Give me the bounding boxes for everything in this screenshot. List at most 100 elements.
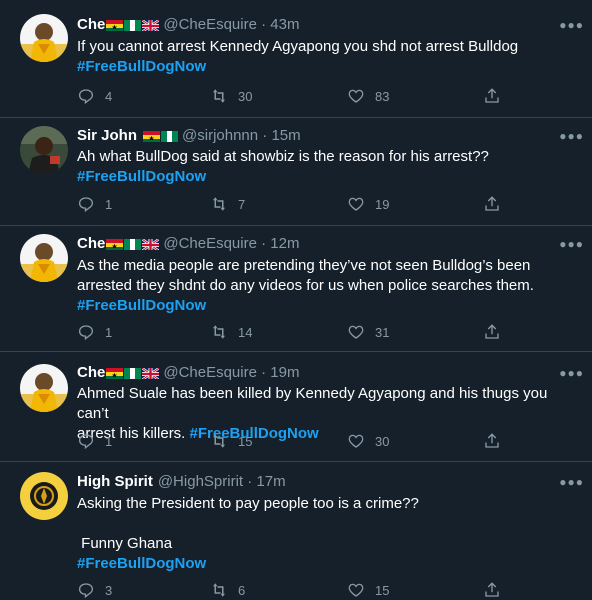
like-icon xyxy=(348,583,364,597)
like-icon xyxy=(348,197,364,211)
retweet-icon xyxy=(213,197,225,211)
share-icon xyxy=(485,324,499,339)
share-icon xyxy=(485,582,499,597)
share-button[interactable] xyxy=(483,432,511,450)
more-icon[interactable]: ●●● xyxy=(559,237,584,251)
like-button[interactable]: 31 xyxy=(347,323,389,341)
retweet-icon xyxy=(213,325,225,339)
ghana-flag-icon xyxy=(106,238,124,250)
reply-button[interactable]: 1 xyxy=(77,195,112,213)
hashtag-link[interactable]: #FreeBullDogNow xyxy=(77,554,572,574)
more-icon[interactable]: ●●● xyxy=(559,18,584,32)
reply-icon xyxy=(78,197,94,213)
tweet-header: Che @CheEsquire · 12m xyxy=(77,235,552,253)
retweet-button[interactable]: 7 xyxy=(210,195,245,213)
tweet-line: Ahmed Suale has been killed by Kennedy A… xyxy=(77,385,548,422)
display-name[interactable]: Che xyxy=(77,364,105,382)
uk-flag-icon xyxy=(142,19,160,31)
ghana-flag-icon xyxy=(106,19,124,31)
share-button[interactable] xyxy=(483,323,511,341)
retweet-icon xyxy=(213,583,225,597)
reply-button[interactable]: 1 xyxy=(77,323,112,341)
handle-and-time[interactable]: @HighSpririt · 17m xyxy=(158,473,286,491)
nigeria-flag-icon xyxy=(161,130,179,142)
like-icon xyxy=(348,434,364,448)
like-icon xyxy=(348,89,364,103)
reply-count: 1 xyxy=(105,324,113,340)
uk-flag-icon xyxy=(142,238,160,250)
retweet-button[interactable]: 14 xyxy=(210,323,252,341)
hashtag-link[interactable]: #FreeBullDogNow xyxy=(77,167,572,187)
reply-count: 4 xyxy=(105,88,113,104)
display-name[interactable]: Sir John xyxy=(77,127,137,145)
like-count: 83 xyxy=(375,88,390,104)
tweet-actions: 4 30 83 xyxy=(77,86,517,106)
retweet-button[interactable]: 15 xyxy=(210,432,252,450)
more-icon[interactable]: ●●● xyxy=(559,475,584,489)
tweet-actions: 1 15 30 xyxy=(77,431,517,451)
tweet[interactable]: Che @CheEsquire · 12m ●●● As the media p… xyxy=(0,226,592,352)
like-button[interactable]: 15 xyxy=(347,581,389,599)
avatar[interactable] xyxy=(20,364,68,412)
tweet[interactable]: High Spirit @HighSpririt · 17m ●●● Askin… xyxy=(0,462,592,599)
tweet-actions: 1 14 31 xyxy=(77,322,517,342)
like-button[interactable]: 19 xyxy=(347,195,389,213)
like-button[interactable]: 83 xyxy=(347,87,389,105)
reply-button[interactable]: 1 xyxy=(77,432,112,450)
display-name[interactable]: Che xyxy=(77,235,105,253)
tweet[interactable]: Sir John @sirjohnnn · 15m ●●● Ah what Bu… xyxy=(0,118,592,226)
avatar[interactable] xyxy=(20,126,68,174)
avatar[interactable] xyxy=(20,14,68,62)
ghana-flag-icon xyxy=(106,367,124,379)
tweet-text: As the media people are pretending they’… xyxy=(77,256,572,316)
share-button[interactable] xyxy=(483,87,511,105)
avatar[interactable] xyxy=(20,234,68,282)
ghana-flag-icon xyxy=(143,130,161,142)
avatar[interactable] xyxy=(20,472,68,520)
share-button[interactable] xyxy=(483,195,511,213)
like-icon xyxy=(348,325,364,339)
more-icon[interactable]: ●●● xyxy=(559,366,584,380)
more-icon[interactable]: ●●● xyxy=(559,129,584,143)
reply-icon xyxy=(78,325,94,341)
reply-icon xyxy=(78,89,94,105)
reply-icon xyxy=(78,583,94,599)
tweet-header: High Spirit @HighSpririt · 17m xyxy=(77,473,552,491)
like-count: 31 xyxy=(375,324,390,340)
share-button[interactable] xyxy=(483,581,511,599)
handle-and-time[interactable]: @CheEsquire · 19m xyxy=(163,364,299,382)
display-name[interactable]: High Spirit xyxy=(77,473,153,491)
handle-and-time[interactable]: @CheEsquire · 43m xyxy=(163,16,299,34)
retweet-button[interactable]: 6 xyxy=(210,581,245,599)
like-button[interactable]: 30 xyxy=(347,432,389,450)
nigeria-flag-icon xyxy=(124,238,142,250)
tweet-actions: 3 6 15 xyxy=(77,580,517,600)
hashtag-link[interactable]: #FreeBullDogNow xyxy=(77,296,572,316)
retweet-count: 14 xyxy=(238,324,253,340)
reply-button[interactable]: 4 xyxy=(77,87,112,105)
tweet-line: Asking the President to pay people too i… xyxy=(77,495,419,512)
hashtag-link[interactable]: #FreeBullDogNow xyxy=(77,57,572,77)
tweet-line: Funny Ghana xyxy=(77,535,173,552)
reply-button[interactable]: 3 xyxy=(77,581,112,599)
flag-emojis xyxy=(106,238,160,250)
flag-emojis xyxy=(143,130,179,142)
display-name[interactable]: Che xyxy=(77,16,105,34)
reply-count: 1 xyxy=(105,196,113,212)
retweet-count: 30 xyxy=(238,88,253,104)
nigeria-flag-icon xyxy=(124,19,142,31)
tweet-header: Sir John @sirjohnnn · 15m xyxy=(77,127,552,145)
tweet-text: Ah what BullDog said at showbiz is the r… xyxy=(77,147,572,187)
handle-and-time[interactable]: @CheEsquire · 12m xyxy=(163,235,299,253)
handle-and-time[interactable]: @sirjohnnn · 15m xyxy=(182,127,301,145)
flag-emojis xyxy=(106,19,160,31)
reply-icon xyxy=(78,434,94,450)
retweet-count: 6 xyxy=(238,582,246,598)
retweet-count: 7 xyxy=(238,196,246,212)
tweet[interactable]: Che @CheEsquire · 19m ●●● Ahmed Suale ha… xyxy=(0,352,592,462)
retweet-button[interactable]: 30 xyxy=(210,87,252,105)
uk-flag-icon xyxy=(142,367,160,379)
tweet[interactable]: Che @CheEsquire · 43m ●●● If you cannot … xyxy=(0,0,592,118)
like-count: 30 xyxy=(375,433,390,449)
